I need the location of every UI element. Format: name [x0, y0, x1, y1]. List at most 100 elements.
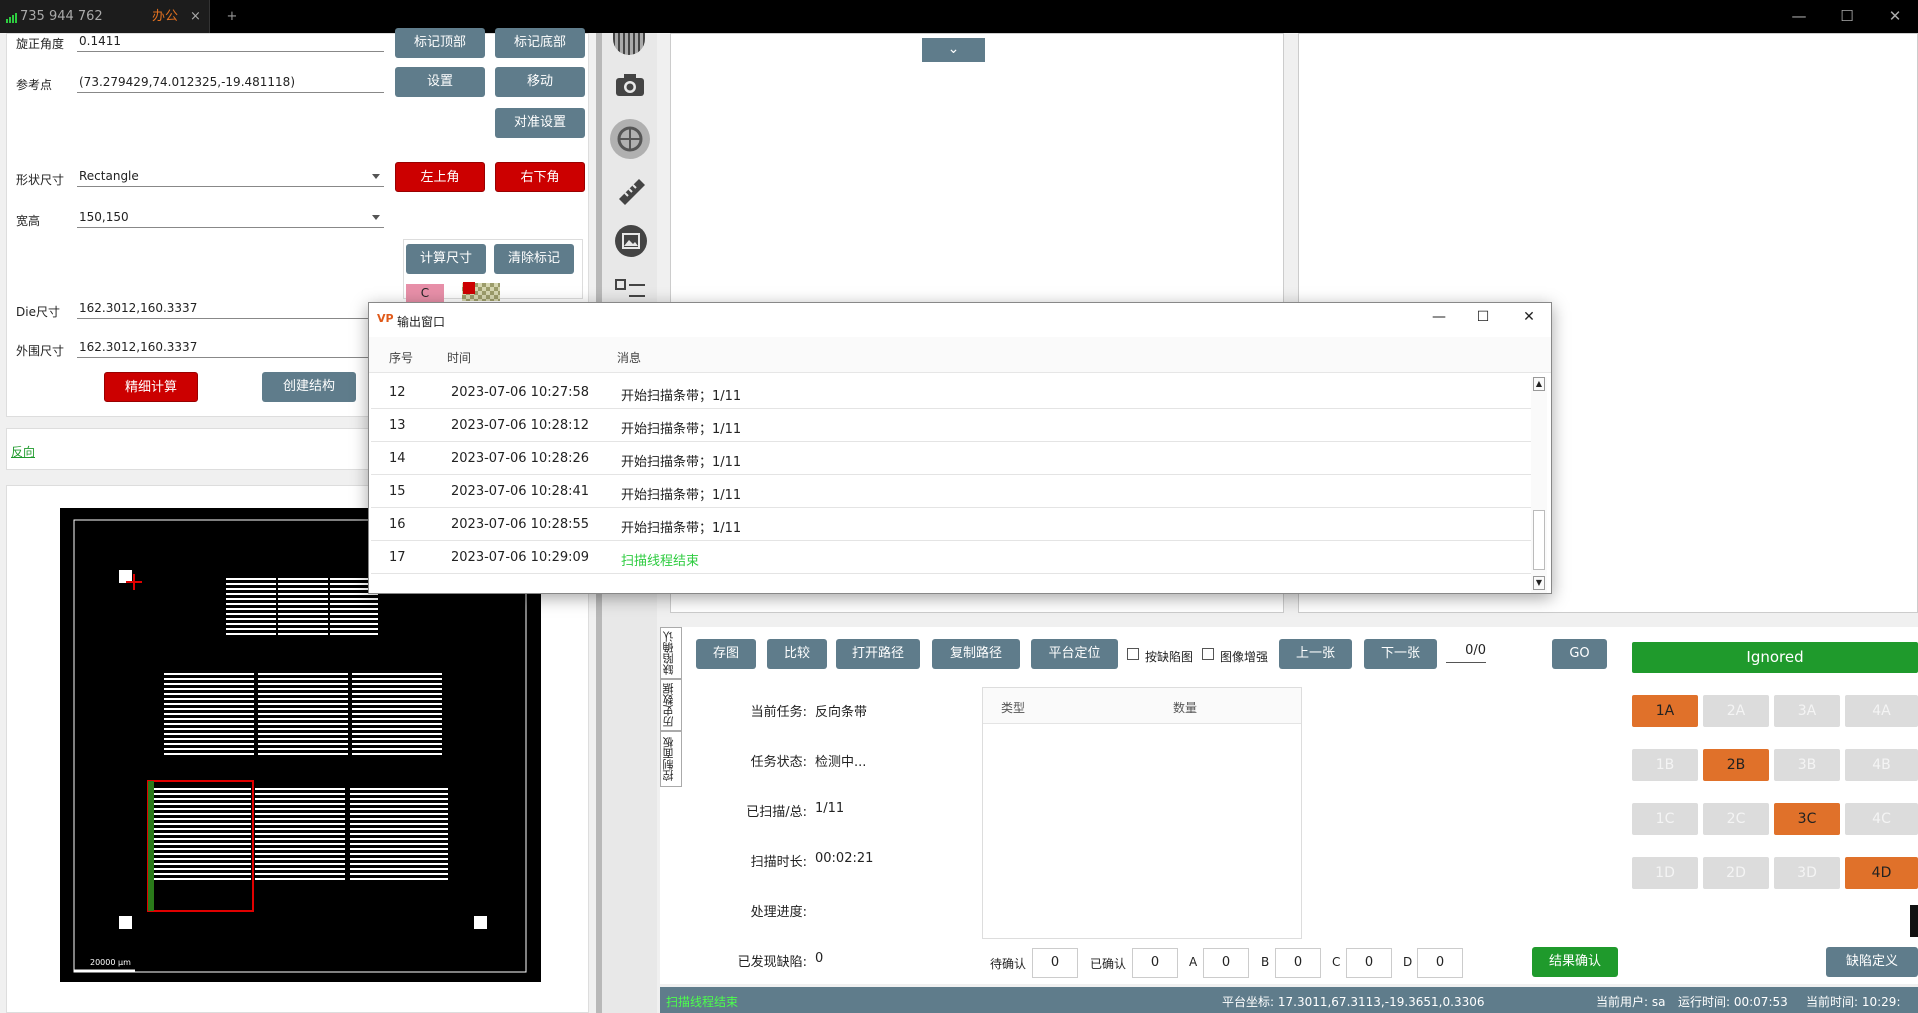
log-row[interactable]: 15 2023-07-06 10:28:41 开始扫描条带；1/11 [371, 475, 1531, 508]
prev-image-button[interactable]: 上一张 [1279, 639, 1352, 669]
outer-size-field[interactable]: 162.3012,160.3337 [77, 338, 377, 358]
confirm-result-button[interactable]: 结果确认 [1532, 947, 1618, 977]
status-message: 扫描线程结束 [666, 995, 739, 1009]
mark-bottom-button[interactable]: 标记底部 [495, 28, 585, 58]
rotation-field[interactable]: 0.1411 [77, 32, 384, 52]
dialog-maximize-icon[interactable]: ☐ [1471, 309, 1495, 331]
scroll-thumb[interactable] [1533, 510, 1545, 570]
red-swatch[interactable] [463, 282, 475, 294]
log-scrollbar[interactable]: ▲ ▼ [1531, 377, 1547, 593]
align-settings-button[interactable]: 对准设置 [495, 108, 585, 138]
top-left-button[interactable]: 左上角 [395, 162, 485, 192]
image-enhance-checkbox[interactable] [1202, 648, 1214, 660]
log-row[interactable]: 14 2023-07-06 10:28:26 开始扫描条带；1/11 [371, 442, 1531, 475]
log-message: 开始扫描条带；1/11 [621, 455, 742, 470]
mark-top-button[interactable]: 标记顶部 [395, 28, 485, 58]
save-image-button[interactable]: 存图 [696, 639, 756, 669]
go-button[interactable]: GO [1552, 639, 1607, 669]
close-window-icon[interactable]: ✕ [1872, 0, 1918, 33]
c-count[interactable]: 0 [1346, 948, 1392, 978]
reverse-link[interactable]: 反向 [11, 443, 35, 460]
grid-cell-4b[interactable]: 4B [1845, 749, 1918, 781]
defect-table[interactable]: 类型 数量 [982, 687, 1302, 939]
grid-cell-3a[interactable]: 3A [1774, 695, 1840, 727]
camera-icon[interactable] [615, 73, 645, 97]
task-status-label: 任务状态: [750, 755, 807, 770]
top-stripe-block [226, 578, 378, 638]
confirmed-count[interactable]: 0 [1132, 948, 1178, 978]
grid-cell-4d[interactable]: 4D [1845, 857, 1918, 889]
marker-bottom-right[interactable] [474, 916, 487, 929]
grid-cell-2d[interactable]: 2D [1703, 857, 1769, 889]
grid-cell-4c[interactable]: 4C [1845, 803, 1918, 835]
grid-cell-4a[interactable]: 4A [1845, 695, 1918, 727]
dialog-title: 输出窗口 [397, 315, 446, 329]
a-count[interactable]: 0 [1203, 948, 1249, 978]
next-image-button[interactable]: 下一张 [1364, 639, 1437, 669]
color-swatch-c[interactable]: C [406, 284, 444, 302]
grid-cell-3b[interactable]: 3B [1774, 749, 1840, 781]
bottom-right-button[interactable]: 右下角 [495, 162, 585, 192]
c-label: C [1332, 955, 1341, 969]
d-count[interactable]: 0 [1417, 948, 1463, 978]
grid-cell-2a[interactable]: 2A [1703, 695, 1769, 727]
pending-count[interactable]: 0 [1032, 948, 1078, 978]
open-path-button[interactable]: 打开路径 [836, 639, 920, 669]
grid-cell-3d[interactable]: 3D [1774, 857, 1840, 889]
reference-point-field[interactable]: (73.279429,74.012325,-19.481118) [77, 73, 384, 93]
grid-cell-3c[interactable]: 3C [1774, 803, 1840, 835]
tab-defect-confirm[interactable]: 缺陷确认 [660, 627, 682, 679]
create-structure-button[interactable]: 创建结构 [262, 372, 356, 402]
log-row[interactable]: 16 2023-07-06 10:28:55 开始扫描条带；1/11 [371, 508, 1531, 541]
settings-map-icon[interactable] [610, 119, 650, 159]
output-window-dialog[interactable]: VP 输出窗口 — ☐ ✕ 序号 时间 消息 12 2023-07-06 10:… [368, 302, 1552, 594]
log-time: 2023-07-06 10:28:55 [451, 517, 590, 532]
grid-cell-1b[interactable]: 1B [1632, 749, 1698, 781]
defect-image-checkbox[interactable] [1127, 648, 1139, 660]
new-tab-button[interactable]: + [222, 0, 242, 33]
clear-marks-button[interactable]: 清除标记 [494, 244, 574, 274]
tab-history-data[interactable]: 历史数据 [660, 679, 682, 731]
fine-calc-button[interactable]: 精细计算 [104, 372, 198, 402]
dialog-titlebar[interactable]: VP 输出窗口 — ☐ ✕ [369, 303, 1551, 337]
marker-bottom-left[interactable] [119, 916, 132, 929]
grid-cell-1c[interactable]: 1C [1632, 803, 1698, 835]
b-count[interactable]: 0 [1275, 948, 1321, 978]
move-button[interactable]: 移动 [495, 67, 585, 97]
width-height-dropdown[interactable]: 150,150 [77, 208, 384, 228]
shape-size-dropdown[interactable]: Rectangle [77, 167, 384, 187]
dialog-minimize-icon[interactable]: — [1427, 309, 1451, 331]
scroll-down-icon[interactable]: ▼ [1533, 576, 1545, 590]
maximize-icon[interactable]: ☐ [1824, 0, 1870, 33]
width-height-label: 宽高 [16, 214, 41, 228]
ignored-status-bar[interactable]: Ignored [1632, 642, 1918, 673]
checklist-icon[interactable] [615, 279, 647, 303]
dialog-close-icon[interactable]: ✕ [1517, 309, 1541, 331]
grid-cell-2c[interactable]: 2C [1703, 803, 1769, 835]
calc-size-button[interactable]: 计算尺寸 [406, 244, 486, 274]
grid-cell-1d[interactable]: 1D [1632, 857, 1698, 889]
tab-control-panel[interactable]: 控制面板 [660, 731, 682, 787]
ruler-icon[interactable] [615, 175, 647, 207]
defect-definition-button[interactable]: 缺陷定义 [1826, 947, 1918, 977]
close-tab-icon[interactable]: × [190, 0, 201, 33]
set-button[interactable]: 设置 [395, 67, 485, 97]
remote-session-tab[interactable]: 735 944 762 办公 × [0, 0, 210, 33]
grid-cell-2b[interactable]: 2B [1703, 749, 1769, 781]
platform-locate-button[interactable]: 平台定位 [1031, 639, 1118, 669]
log-row[interactable]: 12 2023-07-06 10:27:58 开始扫描条带；1/11 [371, 376, 1531, 409]
log-row[interactable]: 17 2023-07-06 10:29:09 扫描线程结束 [371, 541, 1531, 574]
minimize-icon[interactable]: — [1776, 0, 1822, 33]
chevron-down-icon[interactable]: ⌄ [922, 38, 985, 62]
die-size-field[interactable]: 162.3012,160.3337 [77, 299, 377, 319]
defects-found-label: 已发现缺陷: [737, 955, 807, 970]
grid-icon[interactable] [613, 33, 645, 55]
scroll-up-icon[interactable]: ▲ [1533, 377, 1545, 391]
grid-cell-1a[interactable]: 1A [1632, 695, 1698, 727]
log-row[interactable]: 13 2023-07-06 10:28:12 开始扫描条带；1/11 [371, 409, 1531, 442]
b-label: B [1261, 955, 1270, 969]
image-icon[interactable] [615, 225, 647, 257]
page-indicator[interactable]: 0/0 [1446, 643, 1486, 663]
compare-button[interactable]: 比较 [767, 639, 827, 669]
copy-path-button[interactable]: 复制路径 [932, 639, 1020, 669]
